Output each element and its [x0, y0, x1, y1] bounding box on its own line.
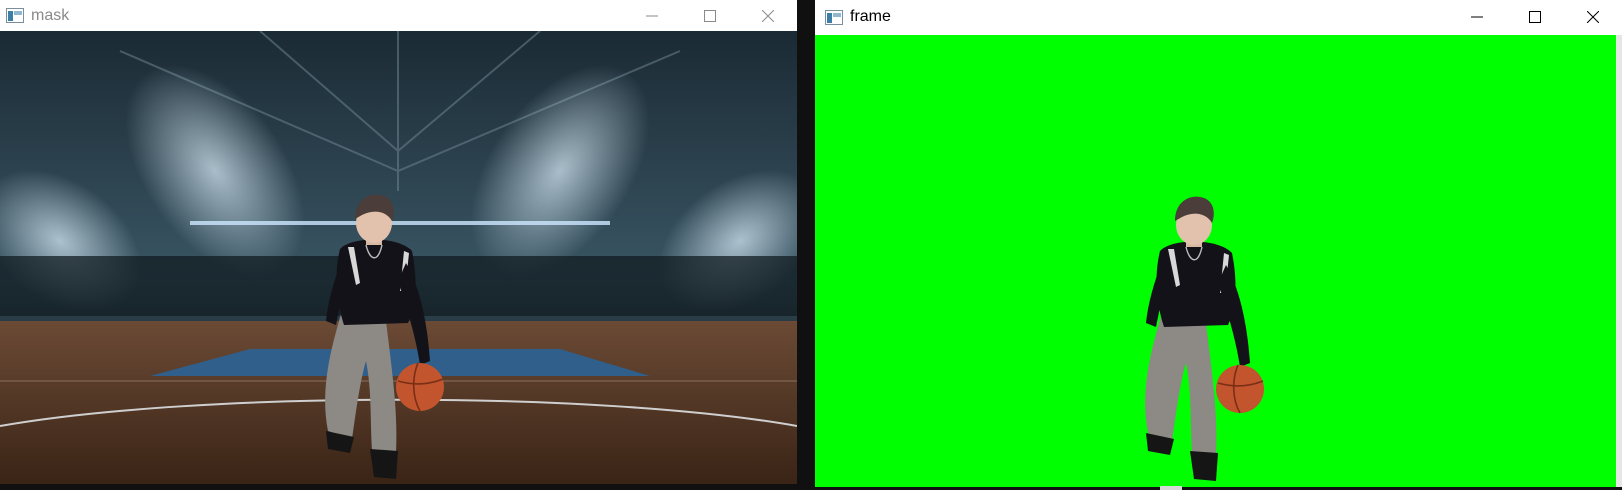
player-figure: [300, 181, 470, 484]
minimize-icon: [646, 15, 658, 16]
mask-image-area: [0, 31, 797, 484]
titlebar[interactable]: frame: [815, 0, 1622, 34]
maximize-button[interactable]: [1506, 0, 1564, 34]
player-figure: [1120, 183, 1290, 487]
minimize-icon: [1471, 16, 1483, 18]
app-window-icon: [825, 9, 843, 25]
window-title: frame: [850, 8, 891, 25]
close-button[interactable]: [1564, 0, 1622, 34]
close-icon: [762, 9, 774, 22]
minimize-button[interactable]: [623, 0, 681, 31]
maximize-button[interactable]: [681, 0, 739, 31]
app-window-icon: [6, 8, 24, 23]
taskbar-handle[interactable]: [1160, 486, 1182, 490]
close-icon: [1587, 11, 1599, 23]
minimize-button[interactable]: [1448, 0, 1506, 34]
mask-window: mask: [0, 0, 797, 484]
titlebar[interactable]: mask: [0, 0, 797, 31]
maximize-icon: [1529, 11, 1541, 23]
maximize-icon: [704, 9, 716, 22]
frame-image-area: [815, 35, 1616, 487]
frame-window: frame: [815, 0, 1622, 487]
window-title: mask: [31, 6, 70, 24]
close-button[interactable]: [739, 0, 797, 31]
window-edge: [1616, 35, 1622, 487]
